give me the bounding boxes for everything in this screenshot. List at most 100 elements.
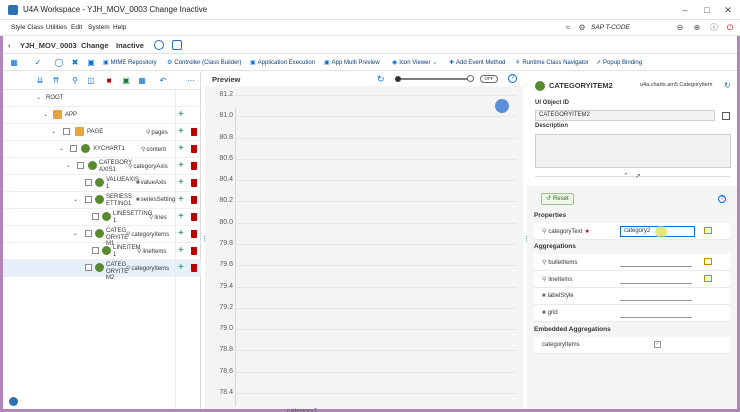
collapse-icon[interactable]: ⌄ [73,196,78,203]
tree-row-category-axis[interactable]: ⌄ CATEGORY AXIS1 ⚲categoryAxis + [3,158,201,175]
row-checkbox[interactable] [92,213,99,220]
menu-utilities[interactable]: Utilities [46,24,67,31]
trash-icon[interactable] [191,196,197,204]
collapse-icon[interactable]: ⌄ [36,94,41,101]
check-icon[interactable]: ✓ [33,58,43,68]
add-icon[interactable]: + [178,194,184,205]
collapse-icon[interactable]: ⌄ [43,111,48,118]
binding-field[interactable] [620,266,692,267]
tree-row-app[interactable]: ⌄ APP + [3,107,201,124]
settings-icon[interactable]: ⚙ [577,23,587,33]
data-point[interactable] [495,98,509,113]
icon-viewer-button[interactable]: ◉ Icon Viewer ⌄ [392,59,437,66]
runtime-class-navigator-button[interactable]: ⚘ Runtime Class Navigator [515,59,589,66]
document-icon[interactable]: ▣ [86,58,96,68]
tree-row-root[interactable]: ⌄ ROOT [3,90,201,107]
minimize-icon[interactable]: – [678,4,692,16]
add-icon[interactable]: + [178,245,184,256]
tree-row-series-setting[interactable]: ⌄ SERIESS ETTING1 ■seriesSetting + [3,192,201,209]
external-icon[interactable] [172,40,182,50]
help-icon[interactable]: ? [508,74,517,83]
row-checkbox[interactable] [92,247,99,254]
binding-icon[interactable] [704,227,712,234]
trash-icon[interactable] [191,128,197,136]
add-icon[interactable]: + [178,126,184,137]
trash-icon[interactable] [191,179,197,187]
tree-row-page[interactable]: ⌄ PAGE ⚲pages + [3,124,201,141]
undo-icon[interactable]: ↶ [158,76,168,86]
trash-icon[interactable] [191,145,197,153]
pin-icon[interactable]: ➚ [635,172,641,180]
delete-icon[interactable]: ■ [104,76,114,86]
collapse-all-icon[interactable]: ⇈ [51,76,61,86]
row-checkbox[interactable] [85,230,92,237]
collapse-section-icon[interactable]: ⌃ [623,172,629,180]
embedded-checkbox[interactable]: ✓ [654,341,661,348]
description-field[interactable] [535,134,731,168]
more-icon[interactable]: ⋯ [186,76,196,86]
tree-row-category-item2[interactable]: CATEG ORYITE M2 ⚲categoryItems + [3,260,201,281]
embedded-row-category-items[interactable]: categoryItems ✓ [534,337,730,354]
mime-repository-button[interactable]: ▣ MIME Repository [103,59,157,66]
binding-icon[interactable] [704,258,712,265]
close-icon[interactable]: ✕ [721,4,735,16]
aggregation-row-bullet-items[interactable]: ⚲ bulletItems [534,254,730,271]
collapse-icon[interactable]: ⌄ [51,128,56,135]
row-checkbox[interactable] [85,179,92,186]
binding-icon[interactable] [704,275,712,282]
tree-row-xychart1[interactable]: ⌄ XYCHART1 ⚲content + [3,141,201,158]
row-checkbox[interactable] [85,264,92,271]
tree-row-category-item1[interactable]: ⌄ CATEG ORYITE M1 ⚲categoryItems + [3,226,201,247]
add-icon[interactable]: + [178,177,184,188]
tools-icon[interactable]: ✖ [70,58,80,68]
collapse-icon[interactable]: ⌄ [59,145,64,152]
power-icon[interactable]: ⏻ [725,23,735,33]
back-icon[interactable]: ‹ [8,41,11,50]
wifi-icon[interactable]: ≈ [563,23,573,33]
aggregation-row-grid[interactable]: ■ grid [534,305,730,322]
refresh-icon[interactable]: ↻ [377,74,385,85]
move-icon[interactable]: ▦ [137,76,147,86]
binding-field[interactable] [620,300,692,301]
menu-style-class[interactable]: Style Class [11,24,44,31]
paste-icon[interactable]: ▣ [121,76,131,86]
add-event-method-button[interactable]: ✚ Add Event Method [449,59,505,66]
status-icon[interactable] [9,397,18,406]
add-icon[interactable]: + [178,160,184,171]
trash-icon[interactable] [191,264,197,272]
expand-all-icon[interactable]: ⇊ [35,76,45,86]
add-icon[interactable]: + [178,262,184,273]
navigate-icon[interactable]: ↻ [724,81,731,90]
collapse-icon[interactable]: ⌄ [66,162,71,169]
binding-field[interactable] [620,317,692,318]
info-icon[interactable]: ⓘ [709,23,719,33]
collapse-icon[interactable]: ⌄ [73,230,78,237]
aggregation-row-label-style[interactable]: ■ labelStyle [534,288,730,305]
help-icon[interactable]: ? [718,195,726,203]
preview-toggle[interactable]: OFF [480,75,498,83]
app-multi-preview-button[interactable]: ▣ App Multi Preview [324,59,380,66]
shield-icon[interactable]: ◯ [54,58,64,68]
layout-icon[interactable]: ▦ [9,58,19,68]
menu-system[interactable]: System [88,24,110,31]
copy-icon[interactable] [722,112,730,120]
row-checkbox[interactable] [63,128,70,135]
add-icon[interactable]: + [178,211,184,222]
property-row-category-text[interactable]: ⚲ categoryText ★ category2 [534,223,730,240]
zoom-in-icon[interactable]: ⊕ [692,23,702,33]
search-icon[interactable]: ⚲ [70,76,80,86]
maximize-icon[interactable]: □ [700,4,714,16]
app-execution-button[interactable]: ▣ Application Execution [250,59,315,66]
zoom-slider-track[interactable] [397,78,471,80]
zoom-slider-end[interactable] [467,75,474,82]
add-icon[interactable]: + [178,109,184,120]
tree-row-line-item[interactable]: LINEITEM 1 ⚲lineItems + [3,243,201,260]
trash-icon[interactable] [191,162,197,170]
trash-icon[interactable] [191,230,197,238]
menu-help[interactable]: Help [113,24,126,31]
tree-row-line-setting[interactable]: LINESETTING 1 ⚲lines + [3,209,201,226]
aggregation-row-line-items[interactable]: ⚲ lineItems [534,271,730,288]
add-icon[interactable]: + [178,143,184,154]
add-icon[interactable]: + [178,228,184,239]
link-icon[interactable] [154,40,164,50]
